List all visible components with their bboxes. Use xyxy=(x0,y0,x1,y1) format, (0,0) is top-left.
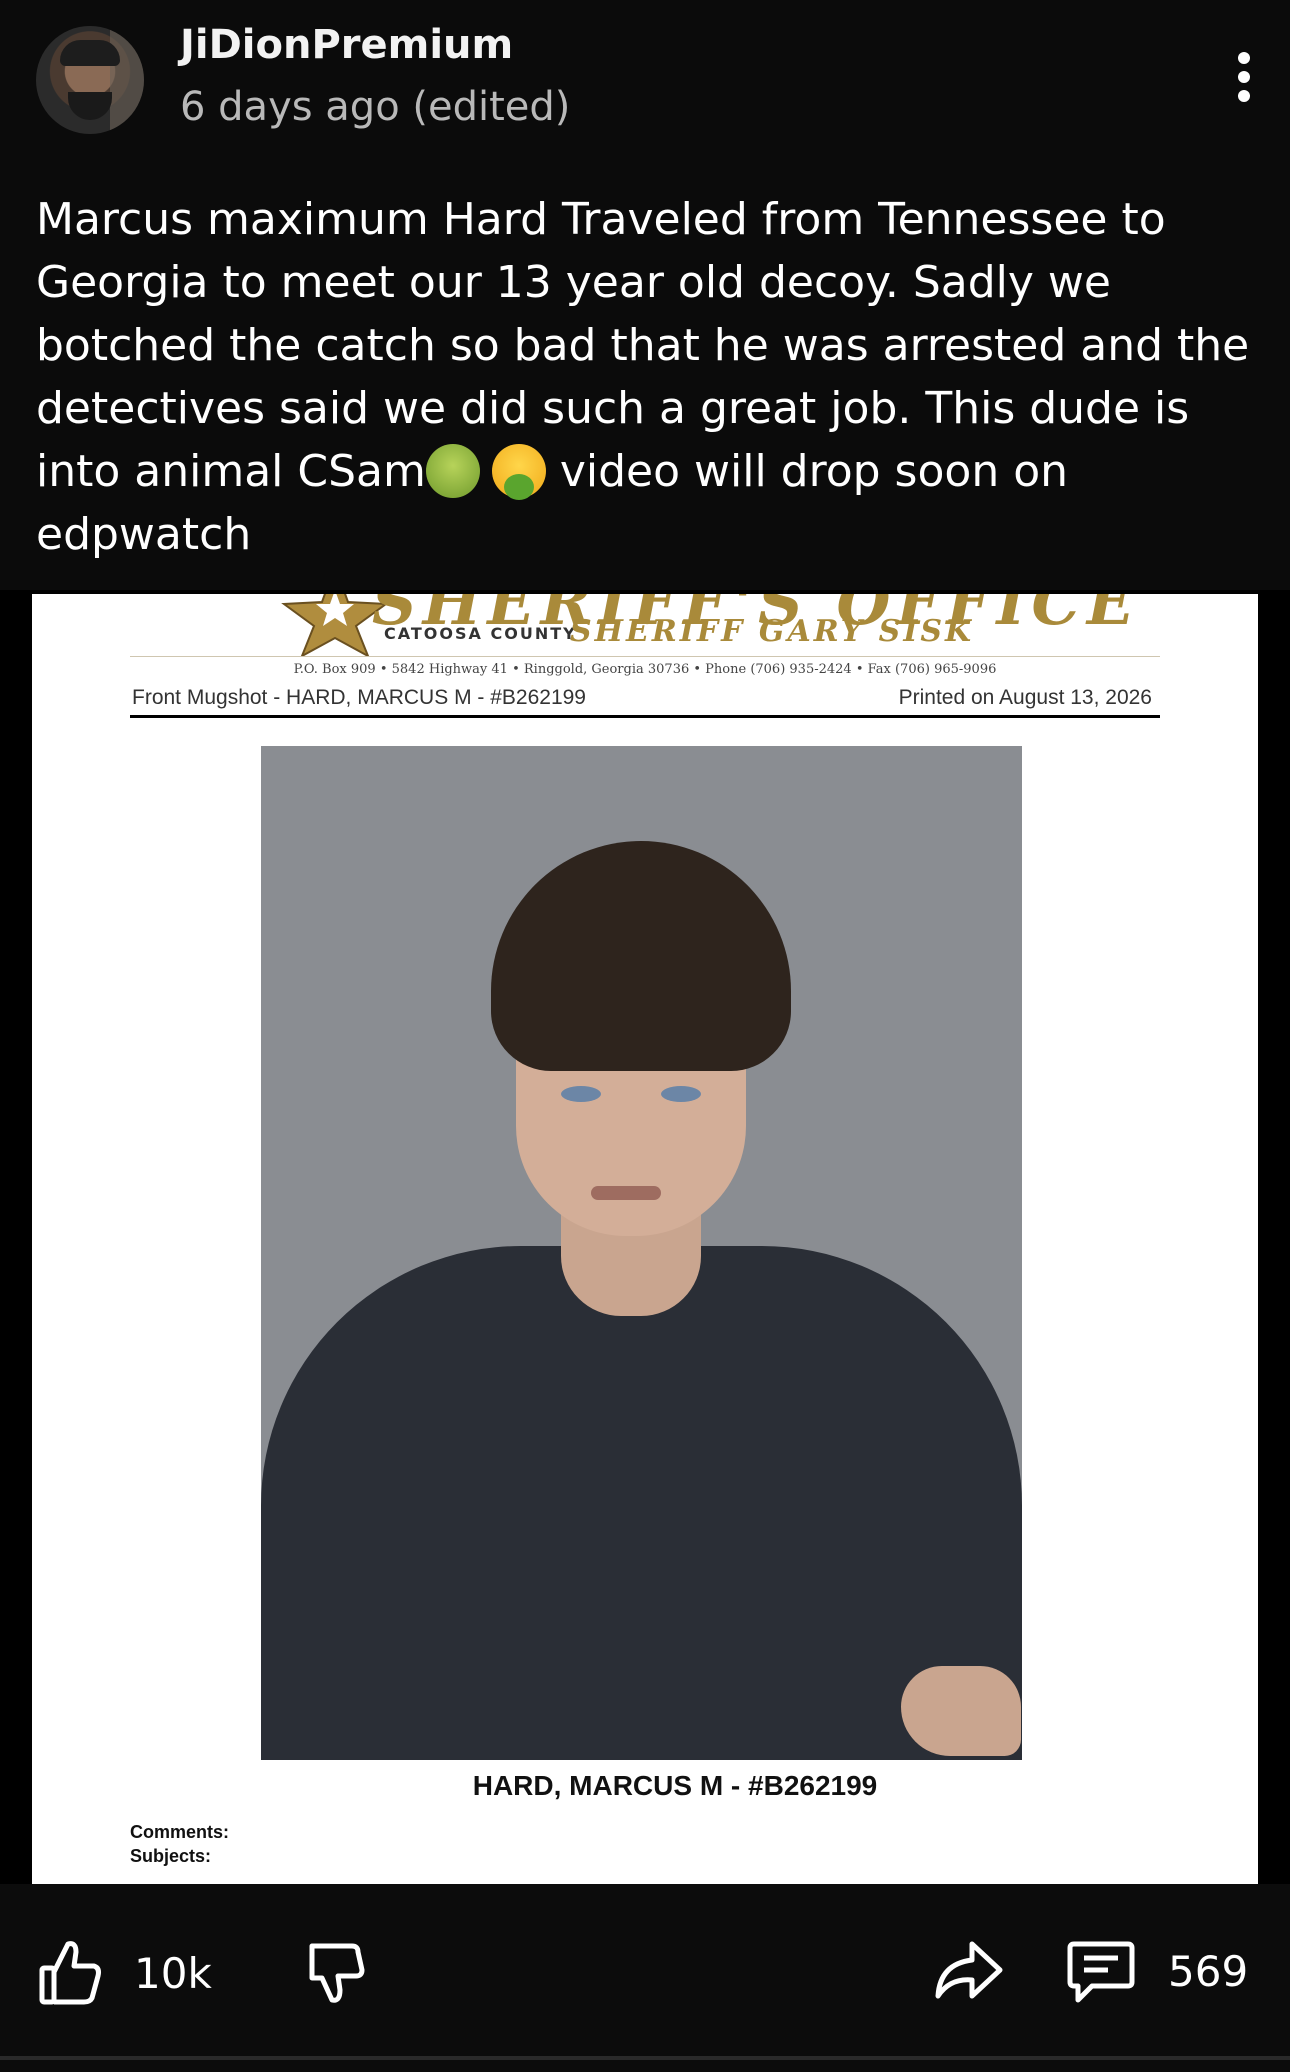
thumbs-down-icon xyxy=(309,1943,365,2003)
mugshot-caption: HARD, MARCUS M - #B262199 xyxy=(472,1770,878,1801)
post-timestamp: 6 days ago (edited) xyxy=(180,84,571,130)
like-button[interactable]: 10k xyxy=(38,1938,212,2008)
post-header: JiDionPremium 6 days ago (edited) Marcus… xyxy=(0,0,1290,590)
nauseated-face-icon xyxy=(425,444,480,498)
post-text: Marcus maximum Hard Traveled from Tennes… xyxy=(36,188,1256,566)
comment-count: 569 xyxy=(1168,1946,1249,1996)
subjects-label: Subjects: xyxy=(130,1846,212,1866)
sheriff-name: SHERIFF GARY SISK xyxy=(570,614,975,649)
post-image-document[interactable]: SHERIFF'S OFFICE CATOOSA COUNTY SHERIFF … xyxy=(32,594,1258,1884)
mugshot-photo xyxy=(261,746,1022,1760)
comment-bubble-icon xyxy=(1067,1941,1135,2003)
comments-label: Comments: xyxy=(130,1822,230,1842)
username[interactable]: JiDionPremium xyxy=(180,22,513,68)
avatar[interactable] xyxy=(36,26,144,134)
dislike-button[interactable] xyxy=(304,1938,368,2008)
printed-date: Printed on August 13, 2026 xyxy=(898,686,1152,709)
county-label: CATOOSA COUNTY xyxy=(384,624,577,643)
more-icon[interactable] xyxy=(1226,52,1262,108)
action-bar: 10k 569 xyxy=(0,1884,1290,2072)
divider xyxy=(130,656,1160,657)
thumbs-up-icon xyxy=(39,1941,101,2005)
share-arrow-icon xyxy=(935,1941,1003,1999)
comment-button[interactable]: 569 xyxy=(1066,1938,1248,2004)
divider xyxy=(0,2056,1290,2060)
share-button[interactable] xyxy=(932,1938,1004,2002)
divider xyxy=(130,715,1160,718)
vomiting-face-icon xyxy=(491,444,546,500)
like-count: 10k xyxy=(134,1948,212,1998)
office-address: P.O. Box 909 • 5842 Highway 41 • Ringgol… xyxy=(293,662,997,677)
mugshot-label: Front Mugshot - HARD, MARCUS M - #B26219… xyxy=(132,686,586,709)
